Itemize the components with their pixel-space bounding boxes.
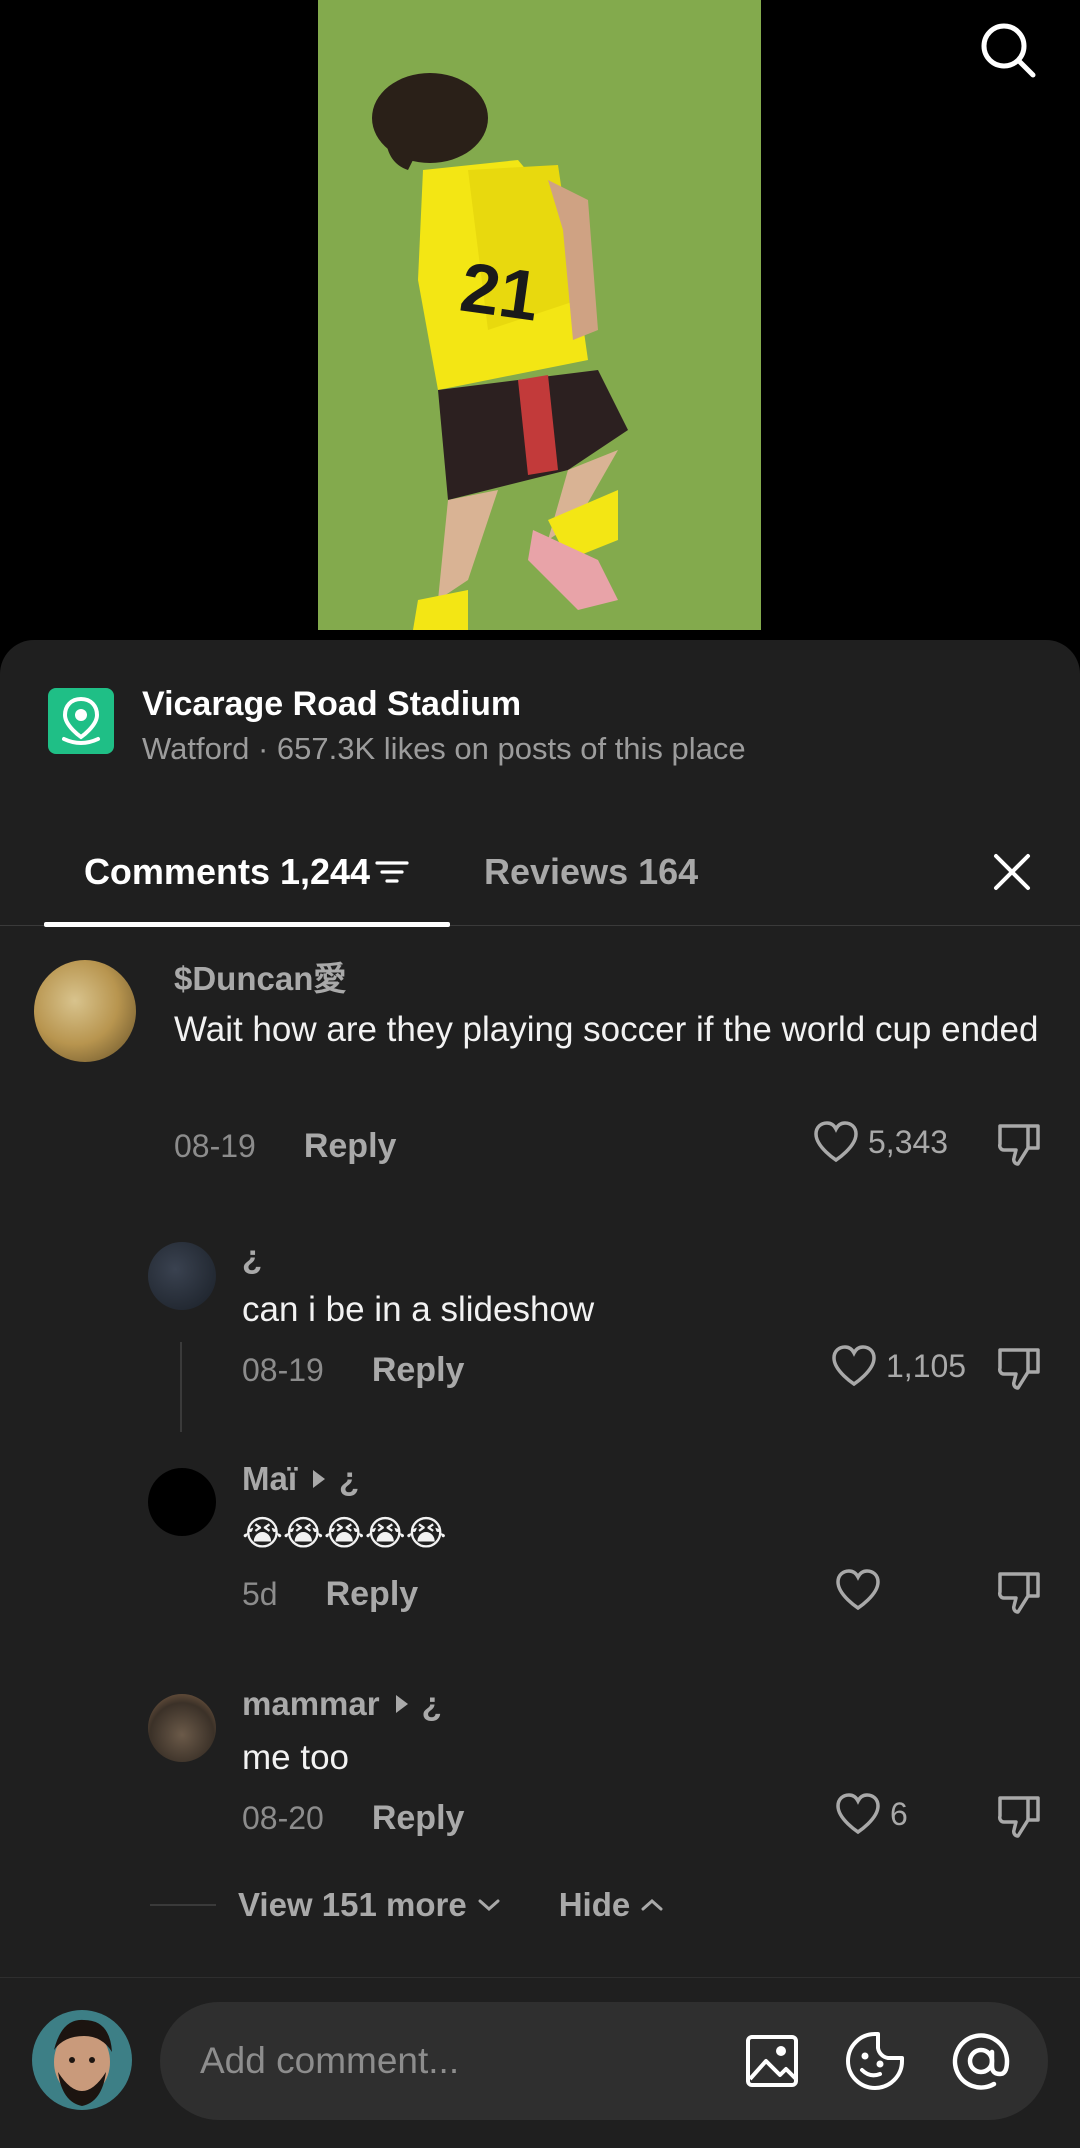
reply-author[interactable]: Maï	[242, 1460, 297, 1498]
chevron-up-icon	[641, 1898, 663, 1911]
view-more-button[interactable]: View 151 more	[238, 1886, 503, 1924]
like-button[interactable]: 1,105	[830, 1344, 966, 1388]
search-icon	[981, 23, 1036, 78]
like-button[interactable]	[834, 1568, 890, 1612]
comment-text: can i be in a slideshow	[242, 1290, 595, 1329]
svg-text:21: 21	[456, 248, 544, 336]
like-count: 5,343	[868, 1123, 949, 1160]
avatar[interactable]	[148, 1242, 216, 1310]
comment-username[interactable]: mammar ¿	[242, 1685, 442, 1723]
thread-line	[180, 1342, 182, 1432]
emoji-sticker-icon[interactable]	[844, 2030, 906, 2092]
comment-tabs: Comments 1,244 Reviews 164	[0, 818, 1080, 927]
tab-comments[interactable]: Comments 1,244	[44, 818, 450, 927]
comment-username[interactable]: ¿	[242, 1238, 262, 1276]
heart-icon	[836, 1793, 880, 1835]
sort-filter-icon[interactable]	[374, 857, 410, 887]
thread-divider	[150, 1904, 216, 1906]
place-name[interactable]: Vicarage Road Stadium	[142, 684, 746, 724]
reply-arrow-icon	[313, 1470, 326, 1488]
comments-sheet: Vicarage Road Stadium Watford · 657.3K l…	[0, 640, 1080, 2148]
heart-icon	[832, 1345, 876, 1387]
dislike-button[interactable]	[994, 1344, 1044, 1397]
reply-target[interactable]: ¿	[339, 1460, 359, 1498]
comment-input-placeholder: Add comment...	[200, 2040, 460, 2081]
comment-item: $​Duncan愛 Wait how are they playing socc…	[0, 940, 1080, 1140]
comment-meta: 5d Reply	[242, 1575, 418, 1614]
heart-icon	[814, 1121, 858, 1163]
close-button[interactable]	[982, 842, 1042, 902]
reply-button[interactable]: Reply	[326, 1575, 419, 1614]
comment-meta: 08-19 Reply	[242, 1351, 464, 1390]
reply-target[interactable]: ¿	[422, 1685, 442, 1723]
video-frame[interactable]: 21	[318, 0, 761, 630]
reply-author[interactable]: mammar	[242, 1685, 380, 1723]
view-more-label: View 151 more	[238, 1886, 467, 1923]
comment-input[interactable]: Add comment...	[160, 2002, 1048, 2120]
heart-icon	[836, 1569, 880, 1611]
dislike-button[interactable]	[994, 1568, 1044, 1621]
comment-meta: 08-19 Reply	[174, 1127, 396, 1166]
avatar[interactable]	[148, 1694, 216, 1762]
thread-controls: View 151 more Hide	[150, 1886, 666, 1924]
like-button[interactable]: 6	[834, 1792, 908, 1836]
reply-button[interactable]: Reply	[372, 1351, 465, 1390]
dislike-button[interactable]	[994, 1792, 1044, 1845]
comment-date: 08-20	[242, 1800, 324, 1836]
close-icon	[994, 854, 1030, 890]
location-pin-icon	[48, 688, 114, 754]
comment-composer: Add comment...	[0, 1977, 1080, 2148]
comment-text: Wait how are they playing soccer if the …	[174, 1010, 1039, 1049]
hide-button[interactable]: Hide	[559, 1886, 667, 1924]
like-button[interactable]: 5,343	[812, 1120, 948, 1164]
tab-reviews-label: Reviews 164	[484, 851, 699, 892]
dislike-button[interactable]	[994, 1120, 1044, 1173]
place-subtitle: Watford · 657.3K likes on posts of this …	[142, 731, 746, 766]
comment-date: 5d	[242, 1576, 278, 1612]
thumbs-down-icon	[998, 1124, 1040, 1166]
comment-date: 08-19	[174, 1128, 256, 1164]
hide-label: Hide	[558, 1886, 631, 1923]
tab-reviews[interactable]: Reviews 164	[484, 818, 698, 926]
mention-icon[interactable]	[950, 2030, 1012, 2092]
comment-username[interactable]: $​Duncan愛	[174, 952, 346, 1000]
reply-arrow-icon	[395, 1695, 408, 1713]
avatar[interactable]	[148, 1468, 216, 1536]
thumbs-down-icon	[998, 1572, 1040, 1614]
place-header[interactable]: Vicarage Road Stadium Watford · 657.3K l…	[48, 684, 746, 770]
tab-comments-label: Comments 1,244	[83, 851, 371, 892]
image-icon[interactable]	[744, 2033, 800, 2089]
thumbs-down-icon	[998, 1348, 1040, 1390]
video-still-image: 21	[318, 0, 761, 630]
comment-meta: 08-20 Reply	[242, 1799, 464, 1838]
video-player[interactable]: 21	[0, 0, 1080, 640]
reply-button[interactable]: Reply	[372, 1799, 465, 1838]
search-button[interactable]	[976, 18, 1040, 82]
reply-button[interactable]: Reply	[304, 1127, 397, 1166]
comment-text: 😭😭😭😭😭	[242, 1514, 447, 1553]
like-count: 1,105	[886, 1347, 967, 1384]
like-count: 6	[890, 1795, 908, 1832]
avatar[interactable]	[34, 960, 136, 1062]
comment-text: me too	[242, 1738, 349, 1777]
current-user-avatar[interactable]	[32, 2010, 132, 2110]
composer-actions	[744, 2002, 1012, 2120]
chevron-down-icon	[478, 1899, 500, 1912]
thumbs-down-icon	[998, 1796, 1040, 1838]
comment-username[interactable]: Maï ¿	[242, 1460, 359, 1498]
comment-date: 08-19	[242, 1352, 324, 1388]
